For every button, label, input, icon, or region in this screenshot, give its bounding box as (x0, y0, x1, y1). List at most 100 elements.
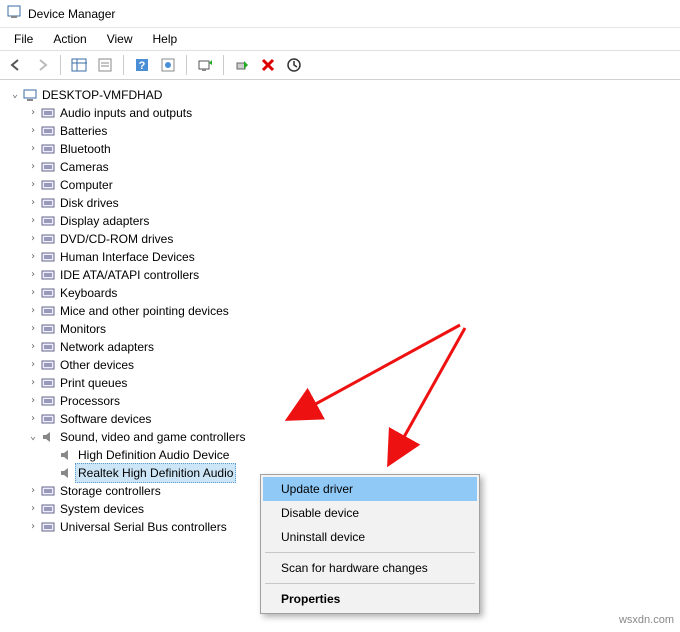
tree-category[interactable]: › IDE ATA/ATAPI controllers (8, 266, 680, 284)
device-category-icon (40, 231, 56, 247)
expand-icon[interactable]: › (26, 356, 40, 374)
context-menu-scan[interactable]: Scan for hardware changes (263, 556, 477, 580)
category-label: Universal Serial Bus controllers (60, 518, 227, 536)
device-category-icon (40, 177, 56, 193)
context-menu-properties[interactable]: Properties (263, 587, 477, 611)
device-tree[interactable]: ⌄ DESKTOP-VMFDHAD ›Audio inputs and outp… (0, 80, 680, 536)
tree-category[interactable]: › Mice and other pointing devices (8, 302, 680, 320)
svg-text:?: ? (139, 60, 146, 72)
tree-category[interactable]: ›Monitors (8, 320, 680, 338)
back-button[interactable] (4, 53, 28, 77)
expand-icon[interactable]: › (26, 518, 40, 536)
show-hide-tree-button[interactable] (67, 53, 91, 77)
collapse-icon[interactable]: ⌄ (26, 428, 40, 446)
expand-icon[interactable]: › (26, 302, 40, 320)
expand-icon[interactable]: › (26, 140, 40, 158)
title-bar: Device Manager (0, 0, 680, 28)
context-menu-separator (265, 583, 475, 584)
context-menu-disable-device[interactable]: Disable device (263, 501, 477, 525)
menu-view[interactable]: View (97, 30, 143, 48)
category-label: System devices (60, 500, 144, 518)
expand-icon[interactable]: › (26, 248, 40, 266)
scan-button[interactable] (193, 53, 217, 77)
tree-category-sound[interactable]: ⌄ Sound, video and game controllers (8, 428, 680, 446)
speaker-icon (58, 465, 74, 481)
forward-button[interactable] (30, 53, 54, 77)
expand-icon[interactable]: › (26, 392, 40, 410)
update-driver-button[interactable] (282, 53, 306, 77)
device-category-icon (40, 195, 56, 211)
context-menu-separator (265, 552, 475, 553)
expand-icon[interactable]: › (26, 374, 40, 392)
expand-icon[interactable]: › (26, 320, 40, 338)
expand-icon[interactable]: › (26, 176, 40, 194)
menu-action[interactable]: Action (43, 30, 96, 48)
tree-category[interactable]: › Processors (8, 392, 680, 410)
watermark: wsxdn.com (619, 614, 674, 626)
uninstall-button[interactable] (256, 53, 280, 77)
category-label: Mice and other pointing devices (60, 302, 229, 320)
device-label: High Definition Audio Device (78, 446, 229, 464)
expand-icon[interactable]: › (26, 212, 40, 230)
expand-icon[interactable]: › (26, 284, 40, 302)
tree-category[interactable]: › Batteries (8, 122, 680, 140)
tree-category[interactable]: › Human Interface Devices (8, 248, 680, 266)
category-label: IDE ATA/ATAPI controllers (60, 266, 199, 284)
expand-icon[interactable]: › (26, 500, 40, 518)
expand-icon[interactable]: › (26, 194, 40, 212)
tree-category[interactable]: › Bluetooth (8, 140, 680, 158)
toolbar: ? (0, 50, 680, 80)
expand-icon[interactable]: › (26, 482, 40, 500)
expand-icon[interactable]: › (26, 230, 40, 248)
device-category-icon (40, 483, 56, 499)
tree-device[interactable]: High Definition Audio Device (8, 446, 680, 464)
expand-icon[interactable]: › (26, 338, 40, 356)
app-icon (6, 4, 22, 23)
device-label: Realtek High Definition Audio (75, 463, 236, 483)
expand-icon[interactable]: › (26, 266, 40, 284)
device-category-icon (40, 105, 56, 121)
computer-icon (22, 87, 38, 103)
properties-button[interactable] (93, 53, 117, 77)
menu-file[interactable]: File (4, 30, 43, 48)
device-category-icon (40, 285, 56, 301)
tree-category[interactable]: ›Disk drives (8, 194, 680, 212)
expand-icon[interactable]: › (26, 122, 40, 140)
tree-category[interactable]: ›Audio inputs and outputs (8, 104, 680, 122)
expand-icon[interactable]: › (26, 410, 40, 428)
category-label: Keyboards (60, 284, 117, 302)
device-category-icon (40, 213, 56, 229)
speaker-icon (40, 429, 56, 445)
category-label: Network adapters (60, 338, 154, 356)
menu-help[interactable]: Help (143, 30, 188, 48)
tree-root[interactable]: ⌄ DESKTOP-VMFDHAD (8, 86, 680, 104)
tree-category[interactable]: ›Software devices (8, 410, 680, 428)
device-category-icon (40, 339, 56, 355)
tree-category[interactable]: › Other devices (8, 356, 680, 374)
tree-category[interactable]: ›Display adapters (8, 212, 680, 230)
expand-icon[interactable]: › (26, 104, 40, 122)
tree-root-label: DESKTOP-VMFDHAD (42, 86, 162, 104)
category-label: Other devices (60, 356, 134, 374)
tree-category[interactable]: ›Cameras (8, 158, 680, 176)
category-label: Bluetooth (60, 140, 111, 158)
tree-category[interactable]: ›Computer (8, 176, 680, 194)
action-button[interactable] (156, 53, 180, 77)
category-label: Human Interface Devices (60, 248, 195, 266)
device-category-icon (40, 357, 56, 373)
device-category-icon (40, 249, 56, 265)
category-label: Batteries (60, 122, 107, 140)
tree-category[interactable]: ›DVD/CD-ROM drives (8, 230, 680, 248)
expand-icon[interactable]: › (26, 158, 40, 176)
category-label: Processors (60, 392, 120, 410)
enable-button[interactable] (230, 53, 254, 77)
help-button[interactable]: ? (130, 53, 154, 77)
device-category-icon (40, 375, 56, 391)
category-label: Storage controllers (60, 482, 161, 500)
context-menu-uninstall-device[interactable]: Uninstall device (263, 525, 477, 549)
tree-category[interactable]: › Network adapters (8, 338, 680, 356)
tree-category[interactable]: › Keyboards (8, 284, 680, 302)
collapse-icon[interactable]: ⌄ (8, 86, 22, 104)
tree-category[interactable]: ›Print queues (8, 374, 680, 392)
context-menu-update-driver[interactable]: Update driver (263, 477, 477, 501)
